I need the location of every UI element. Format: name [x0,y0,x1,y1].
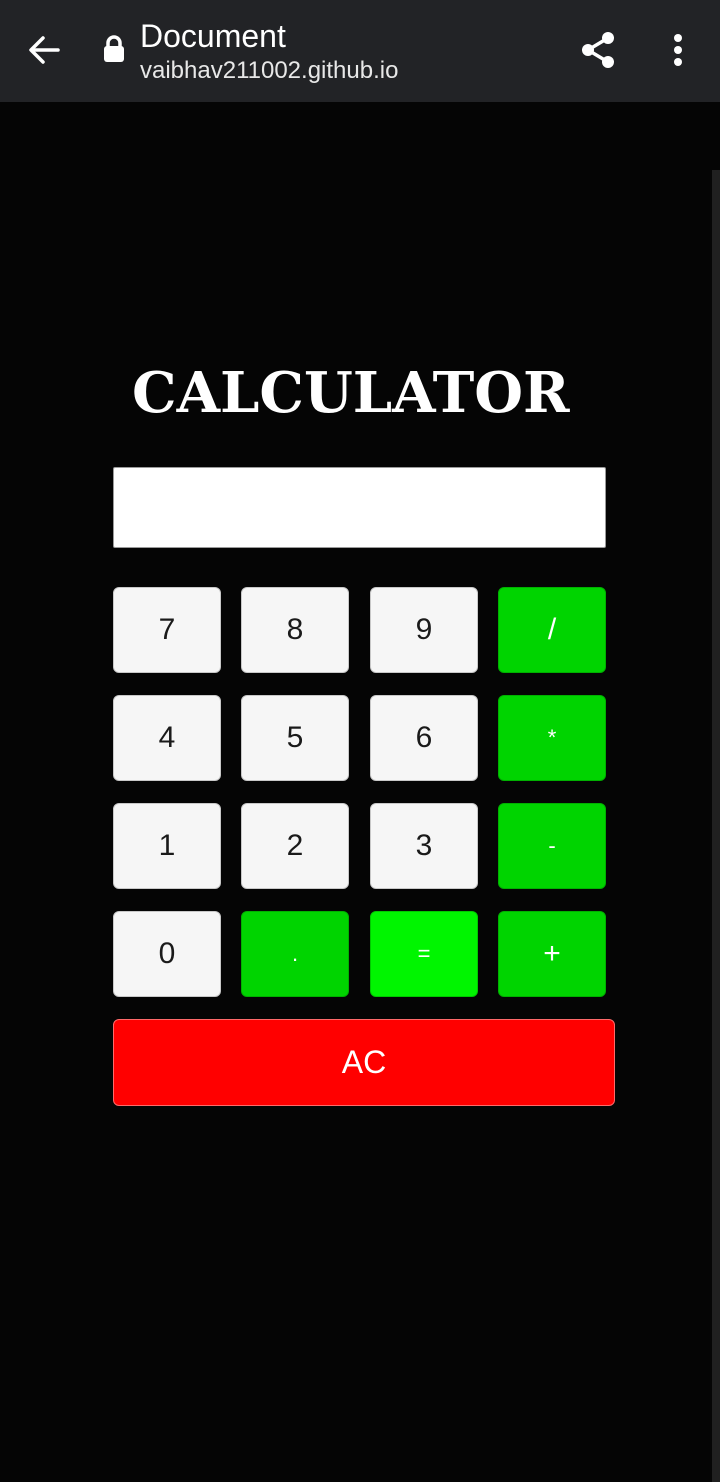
more-vertical-icon [674,34,682,66]
digit-9-key[interactable]: 9 [370,587,478,673]
divide-key[interactable]: / [498,587,606,673]
lock-icon [100,34,128,64]
digit-8-key[interactable]: 8 [241,587,349,673]
digit-1-key[interactable]: 1 [113,803,221,889]
digit-4-key[interactable]: 4 [113,695,221,781]
page-content [0,102,720,1482]
digit-2-key[interactable]: 2 [241,803,349,889]
page-title: Document [140,18,286,54]
equals-key[interactable]: = [370,911,478,997]
page-info[interactable]: Document vaibhav211002.github.io [140,16,398,86]
digit-6-key[interactable]: 6 [370,695,478,781]
calculator-display[interactable] [113,467,606,548]
digit-7-key[interactable]: 7 [113,587,221,673]
share-icon [582,32,614,68]
arrow-left-icon [29,36,60,64]
subtract-key[interactable]: - [498,803,606,889]
scrollbar[interactable] [712,170,720,1482]
back-button[interactable] [22,26,66,74]
digit-3-key[interactable]: 3 [370,803,478,889]
digit-0-key[interactable]: 0 [113,911,221,997]
add-key[interactable]: + [498,911,606,997]
share-button[interactable] [574,26,622,74]
browser-toolbar: Document vaibhav211002.github.io [0,0,720,102]
calculator-heading: CALCULATOR [132,360,570,426]
page-url: vaibhav211002.github.io [140,57,399,84]
multiply-key[interactable]: * [498,695,606,781]
digit-5-key[interactable]: 5 [241,695,349,781]
clear-button[interactable]: AC [113,1019,615,1106]
more-menu-button[interactable] [658,26,698,74]
decimal-key[interactable]: . [241,911,349,997]
